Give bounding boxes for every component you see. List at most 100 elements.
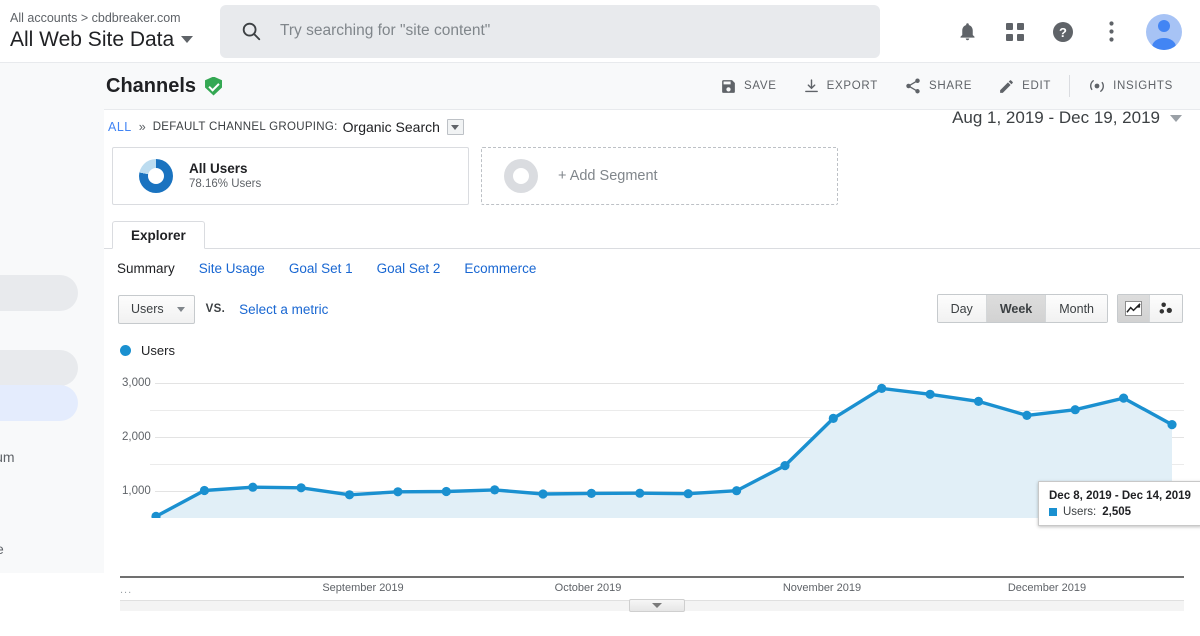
dimension-dropdown-button[interactable]	[447, 119, 464, 135]
insights-icon	[1088, 77, 1106, 95]
line-chart-icon	[1125, 301, 1142, 316]
y-tick-2000: 2,000	[122, 431, 155, 443]
edit-button[interactable]: EDIT	[985, 78, 1064, 95]
help-icon[interactable]: ?	[1050, 19, 1076, 45]
segment-card-all-users[interactable]: All Users 78.16% Users	[112, 147, 469, 205]
tab-explorer[interactable]: Explorer	[112, 221, 205, 249]
vs-label: VS.	[206, 303, 225, 315]
chart-data-point[interactable]: Dec 1, 2019 - Dec 7, 2019 — Users: 2,400	[1022, 411, 1031, 420]
export-button[interactable]: EXPORT	[790, 78, 891, 95]
chart-data-point[interactable]: Nov 17, 2019 - Nov 23, 2019 — Users: 2,7…	[926, 390, 935, 399]
granularity-toggle-group: Day Week Month	[937, 294, 1108, 323]
users-over-time-chart: 3,000 2,000 1,000 Jul 28, 2019 - Aug 3, …	[104, 366, 1200, 518]
subtab-goal-set-2[interactable]: Goal Set 2	[377, 261, 441, 276]
chart-data-point[interactable]: Dec 15, 2019 - Dec 19, 2019 — Users: 2,7…	[1119, 394, 1128, 403]
chart-data-point[interactable]: Oct 27, 2019 - Nov 2, 2019 — Users: 1,47…	[780, 461, 789, 470]
select-a-metric-link[interactable]: Select a metric	[239, 302, 328, 317]
add-segment-button[interactable]: + Add Segment	[481, 147, 838, 205]
page-title: Channels	[106, 75, 196, 98]
account-breadcrumb: All accounts > cbdbreaker.com	[10, 10, 212, 26]
chevron-down-icon	[1170, 115, 1182, 122]
chart-data-point[interactable]: Oct 13, 2019 - Oct 19, 2019 — Users: 950	[684, 489, 693, 498]
chart-data-point[interactable]: Dec 19, 2019 — Users: 2,230	[1167, 420, 1176, 429]
breadcrumb-separator: »	[139, 120, 146, 134]
date-range-selector[interactable]: Aug 1, 2019 - Dec 19, 2019	[952, 108, 1182, 128]
account-selector[interactable]: All accounts > cbdbreaker.com All Web Si…	[0, 10, 212, 53]
share-icon	[904, 77, 922, 95]
tooltip-metric-value: 2,505	[1102, 506, 1131, 518]
dimension-label: DEFAULT CHANNEL GROUPING:	[153, 121, 338, 133]
chart-data-point[interactable]: Sep 22, 2019 - Sep 28, 2019 — Users: 945	[538, 489, 547, 498]
chart-data-point[interactable]: Nov 3, 2019 - Nov 9, 2019 — Users: 2,345	[829, 414, 838, 423]
scatter-plot-icon	[1158, 301, 1175, 316]
report-subtabs: Summary Site Usage Goal Set 1 Goal Set 2…	[104, 249, 1200, 276]
chart-x-axis: ... September 2019 October 2019 November…	[104, 576, 1200, 598]
legend-label[interactable]: Users	[141, 343, 175, 358]
nav-skeleton-item-1[interactable]	[0, 275, 78, 311]
search-input[interactable]: Try searching for "site content"	[220, 5, 880, 58]
report-title-bar: Channels SAVE EXPORT SHARE	[104, 63, 1200, 110]
bell-icon[interactable]	[954, 19, 980, 45]
subtab-goal-set-1[interactable]: Goal Set 1	[289, 261, 353, 276]
save-label: SAVE	[744, 80, 777, 92]
date-range-label: Aug 1, 2019 - Dec 19, 2019	[952, 108, 1160, 128]
chevron-down-icon	[652, 603, 662, 608]
chart-data-point[interactable]: Nov 10, 2019 - Nov 16, 2019 — Users: 2,9…	[877, 384, 886, 393]
share-button[interactable]: SHARE	[891, 77, 985, 95]
empty-donut-icon	[504, 159, 538, 193]
chart-data-point[interactable]: Oct 20, 2019 - Oct 26, 2019 — Users: 1,0…	[732, 486, 741, 495]
apps-grid-icon[interactable]	[1002, 19, 1028, 45]
breadcrumb-all-link[interactable]: ALL	[108, 120, 132, 134]
shield-check-icon	[205, 77, 222, 96]
chart-data-point[interactable]: Sep 15, 2019 - Sep 21, 2019 — Users: 1,0…	[490, 485, 499, 494]
subtab-site-usage[interactable]: Site Usage	[199, 261, 265, 276]
tooltip-series-swatch	[1049, 508, 1057, 516]
chart-data-point[interactable]: Dec 8, 2019 - Dec 14, 2019 — Users: 2,50…	[1071, 405, 1080, 414]
chart-data-point[interactable]: Aug 11, 2019 - Aug 17, 2019 — Users: 1,0…	[248, 483, 257, 492]
chart-data-point[interactable]: Nov 24, 2019 - Nov 30, 2019 — Users: 2,6…	[974, 397, 983, 406]
nav-skeleton-item-2[interactable]	[0, 350, 78, 386]
nav-truncated-label-e[interactable]: e	[0, 541, 4, 557]
chevron-down-icon[interactable]	[181, 36, 193, 43]
granularity-week[interactable]: Week	[987, 295, 1046, 322]
dimension-breadcrumb-row: ALL » DEFAULT CHANNEL GROUPING: Organic …	[104, 110, 1200, 144]
more-vert-icon[interactable]	[1098, 19, 1124, 45]
insights-button[interactable]: INSIGHTS	[1075, 77, 1186, 95]
search-placeholder: Try searching for "site content"	[280, 22, 490, 40]
chart-data-point[interactable]: Sep 29, 2019 - Oct 5, 2019 — Users: 955	[587, 489, 596, 498]
subtab-summary[interactable]: Summary	[117, 261, 175, 276]
table-header-partial	[104, 611, 1200, 636]
nav-skeleton-item-3-selected[interactable]	[0, 385, 78, 421]
nav-truncated-label-medium[interactable]: ium	[0, 449, 15, 465]
save-button[interactable]: SAVE	[707, 78, 790, 95]
granularity-month[interactable]: Month	[1046, 295, 1107, 322]
insights-label: INSIGHTS	[1113, 80, 1173, 92]
x-axis-ticks: ... September 2019 October 2019 November…	[104, 576, 1200, 598]
subtab-ecommerce[interactable]: Ecommerce	[464, 261, 536, 276]
chart-data-point[interactable]: Sep 8, 2019 - Sep 14, 2019 — Users: 990	[442, 487, 451, 496]
dimension-value: Organic Search	[343, 119, 440, 135]
property-view-name: All Web Site Data	[10, 27, 174, 53]
chart-data-point[interactable]: Jul 28, 2019 - Aug 3, 2019 — Users: 530	[151, 512, 160, 518]
x-tick-october: October 2019	[555, 582, 622, 594]
chart-data-point[interactable]: Sep 1, 2019 - Sep 7, 2019 — Users: 985	[393, 487, 402, 496]
chart-data-point[interactable]: Aug 4, 2019 - Aug 10, 2019 — Users: 1,01…	[200, 486, 209, 495]
segment-donut-chart	[139, 159, 173, 193]
tooltip-date-range: Dec 8, 2019 - Dec 14, 2019	[1049, 488, 1191, 504]
line-chart-button[interactable]	[1118, 295, 1150, 322]
scatter-plot-button[interactable]	[1150, 295, 1182, 322]
search-icon	[240, 20, 262, 42]
chart-data-point[interactable]: Aug 25, 2019 - Aug 31, 2019 — Users: 930	[345, 490, 354, 499]
chart-tooltip: Dec 8, 2019 - Dec 14, 2019 Users: 2,505	[1038, 481, 1200, 526]
table-header-faint-row	[104, 611, 1200, 636]
top-bar-icons: ?	[954, 0, 1192, 63]
chart-data-point[interactable]: Oct 6, 2019 - Oct 12, 2019 — Users: 960	[635, 489, 644, 498]
granularity-day[interactable]: Day	[938, 295, 987, 322]
segment-subtitle: 78.16% Users	[189, 177, 261, 192]
chevron-down-icon	[451, 125, 459, 130]
chart-data-point[interactable]: Aug 18, 2019 - Aug 24, 2019 — Users: 1,0…	[297, 483, 306, 492]
avatar[interactable]	[1146, 14, 1182, 50]
chart-area-fill	[156, 388, 1172, 518]
primary-metric-select[interactable]: Users	[118, 295, 195, 324]
chart-plot-area[interactable]: Jul 28, 2019 - Aug 3, 2019 — Users: 530 A…	[150, 366, 1184, 518]
